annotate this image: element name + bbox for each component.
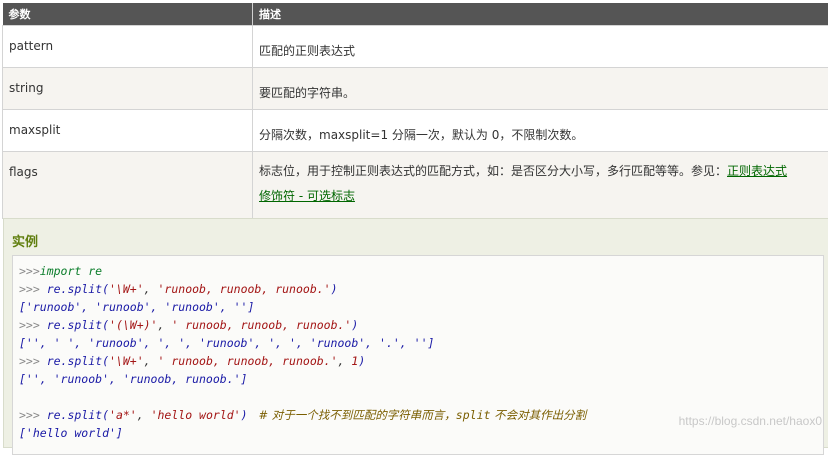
table-row: maxsplit 分隔次数，maxsplit=1 分隔一次，默认为 0，不限制次… xyxy=(3,110,828,152)
example-title: 实例 xyxy=(12,231,38,250)
flags-link[interactable]: 修饰符 - 可选标志 xyxy=(259,189,355,203)
code-comment: split xyxy=(456,408,491,422)
param-name: string xyxy=(3,68,253,110)
function-call: re.split( xyxy=(47,282,109,296)
code-line: >>> re.split('\W+', ' runoob, runoob, ru… xyxy=(19,352,823,370)
string-literal: 'runoob, runoob, runoob.' xyxy=(158,282,331,296)
prompt: >>> xyxy=(19,354,47,368)
function-call: re.split( xyxy=(47,354,109,368)
param-desc: 要匹配的字符串。 xyxy=(253,68,828,110)
table-row: flags 标志位，用于控制正则表达式的匹配方式，如：是否区分大小写，多行匹配等… xyxy=(3,152,828,219)
string-literal: '\W+' xyxy=(109,282,144,296)
string-literal: ' runoob, runoob, runoob.' xyxy=(171,318,351,332)
code-line: >>> re.split('\W+', 'runoob, runoob, run… xyxy=(19,280,823,298)
table-row: pattern 匹配的正则表达式 xyxy=(3,26,828,68)
table-row: string 要匹配的字符串。 xyxy=(3,68,828,110)
param-desc: 分隔次数，maxsplit=1 分隔一次，默认为 0，不限制次数。 xyxy=(253,110,828,152)
param-name: pattern xyxy=(3,26,253,68)
code-output: ['runoob', 'runoob', 'runoob', ''] xyxy=(19,298,823,316)
code-comment: 不会对其作出分割 xyxy=(490,408,586,422)
code-blank-line xyxy=(19,388,823,406)
function-call: re.split( xyxy=(47,318,109,332)
paren: ) xyxy=(351,318,358,332)
parameters-table: 参数 描述 pattern 匹配的正则表达式 string 要匹配的字符串。 m… xyxy=(2,3,828,219)
prompt: >>> xyxy=(19,282,47,296)
prompt: >>> xyxy=(19,408,47,422)
code-line: >>> re.split('(\W+)', ' runoob, runoob, … xyxy=(19,316,823,334)
header-desc: 描述 xyxy=(253,3,828,26)
param-desc: 匹配的正则表达式 xyxy=(253,26,828,68)
code-line: >>>import re xyxy=(19,262,823,280)
param-name: flags xyxy=(3,152,253,219)
string-literal: '(\W+)' xyxy=(109,318,157,332)
prompt: >>> xyxy=(19,318,47,332)
string-literal: 'hello world' xyxy=(151,408,241,422)
function-call: re.split( xyxy=(47,408,109,422)
paren: ) xyxy=(358,354,365,368)
param-name: maxsplit xyxy=(3,110,253,152)
separator: , xyxy=(144,354,158,368)
string-literal: '\W+' xyxy=(109,354,144,368)
prompt: >>> xyxy=(19,264,40,278)
code-comment: # 对于一个找不到匹配的字符串而言， xyxy=(248,408,456,422)
paren: ) xyxy=(331,282,338,296)
param-desc-text: 标志位，用于控制正则表达式的匹配方式，如：是否区分大小写，多行匹配等等。参见： xyxy=(259,164,727,178)
code-output: ['', 'runoob', 'runoob, runoob.'] xyxy=(19,370,823,388)
paren: ) xyxy=(241,408,248,422)
watermark: https://blog.csdn.net/haox0 xyxy=(679,414,822,428)
separator: , xyxy=(137,408,151,422)
string-literal: ' runoob, runoob, runoob.' xyxy=(158,354,338,368)
string-literal: 'a*' xyxy=(109,408,137,422)
separator: , xyxy=(157,318,171,332)
header-param: 参数 xyxy=(3,3,253,26)
code-text: re xyxy=(81,264,102,278)
separator: , xyxy=(144,282,158,296)
code-output: ['', ' ', 'runoob', ', ', 'runoob', ', '… xyxy=(19,334,823,352)
table-header-row: 参数 描述 xyxy=(3,3,828,26)
separator: , xyxy=(338,354,352,368)
keyword: import xyxy=(40,264,82,278)
param-desc: 标志位，用于控制正则表达式的匹配方式，如：是否区分大小写，多行匹配等等。参见：正… xyxy=(253,152,828,219)
regex-link[interactable]: 正则表达式 xyxy=(727,164,787,178)
